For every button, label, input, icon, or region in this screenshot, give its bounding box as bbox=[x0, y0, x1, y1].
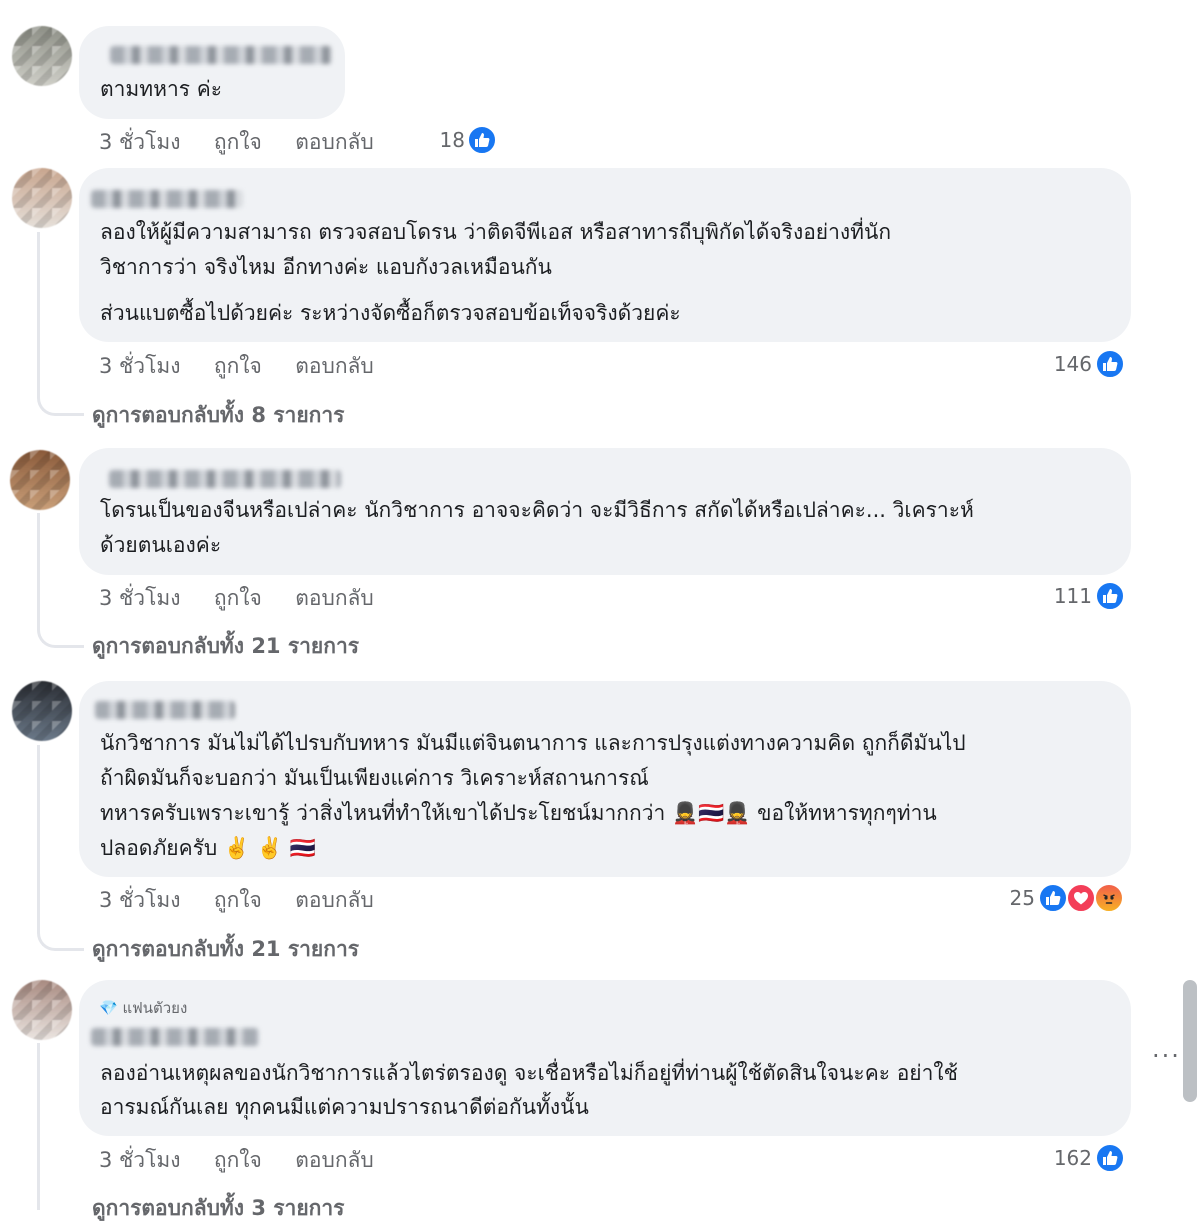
view-replies-link[interactable]: ดูการตอบกลับทั้ง 21 รายการ bbox=[92, 630, 359, 663]
comment-bubble: ตามทหาร ค่ะ bbox=[79, 26, 345, 119]
comment-text: อารมณ์กันเลย ทุกคนมีแต่ความปรารถนาดีต่อก… bbox=[100, 1095, 589, 1119]
commenter-name[interactable] bbox=[91, 190, 243, 208]
like-button[interactable]: ถูกใจ bbox=[214, 130, 262, 154]
top-fan-badge: 💎 แฟนตัวยง bbox=[99, 996, 187, 1020]
timestamp[interactable]: 3 ชั่วโมง bbox=[99, 130, 180, 154]
reply-button[interactable]: ตอบกลับ bbox=[295, 1148, 374, 1172]
thread-line bbox=[37, 1043, 84, 1210]
like-icon[interactable] bbox=[467, 125, 497, 155]
view-replies-link[interactable]: ดูการตอบกลับทั้ง 21 รายการ bbox=[92, 933, 359, 966]
timestamp[interactable]: 3 ชั่วโมง bbox=[99, 354, 180, 378]
reaction-count[interactable]: 162 bbox=[1040, 1146, 1092, 1170]
comment-meta: 3 ชั่วโมง ถูกใจ ตอบกลับ bbox=[99, 350, 374, 383]
view-replies-link[interactable]: ดูการตอบกลับทั้ง 8 รายการ bbox=[92, 399, 344, 432]
reply-button[interactable]: ตอบกลับ bbox=[295, 888, 374, 912]
like-button[interactable]: ถูกใจ bbox=[214, 1148, 262, 1172]
avatar[interactable] bbox=[12, 26, 72, 86]
comment-text: ลองให้ผู้มีความสามารถ ตรวจสอบโดรน ว่าติด… bbox=[100, 220, 892, 244]
reaction-count[interactable]: 111 bbox=[1040, 584, 1092, 608]
comment-text: วิชาการว่า จริงไหม อีกทางค่ะ แอบกังวลเหม… bbox=[100, 255, 552, 279]
like-button[interactable]: ถูกใจ bbox=[214, 354, 262, 378]
comment-text: ด้วยตนเองค่ะ bbox=[100, 533, 222, 557]
comment-meta: 3 ชั่วโมง ถูกใจ ตอบกลับ bbox=[99, 582, 374, 615]
avatar[interactable] bbox=[10, 450, 70, 510]
comment-bubble: ลองให้ผู้มีความสามารถ ตรวจสอบโดรน ว่าติด… bbox=[79, 168, 1131, 342]
comment-meta: 3 ชั่วโมง ถูกใจ ตอบกลับ bbox=[99, 126, 374, 159]
reply-button[interactable]: ตอบกลับ bbox=[295, 130, 374, 154]
angry-icon[interactable] bbox=[1094, 883, 1124, 913]
like-icon[interactable] bbox=[1095, 581, 1125, 611]
comment-text: ทหารครับเพราะเขารู้ ว่าสิ่งไหนที่ทำให้เข… bbox=[100, 801, 937, 825]
love-icon[interactable] bbox=[1066, 883, 1096, 913]
comment-text: ถ้าผิดมันก็จะบอกว่า มันเป็นเพียงแค่การ ว… bbox=[100, 766, 649, 790]
comment-text: ลองอ่านเหตุผลของนักวิชาการแล้วไตร่ตรองดู… bbox=[100, 1061, 958, 1085]
reply-button[interactable]: ตอบกลับ bbox=[295, 586, 374, 610]
badge-label: แฟนตัวยง bbox=[122, 999, 188, 1017]
timestamp[interactable]: 3 ชั่วโมง bbox=[99, 586, 180, 610]
thread-line bbox=[37, 513, 84, 648]
comment-text: ส่วนแบตซื้อไปด้วยค่ะ ระหว่างจัดซื้อก็ตรว… bbox=[100, 301, 681, 325]
reaction-count[interactable]: 25 bbox=[995, 886, 1035, 910]
avatar[interactable] bbox=[12, 681, 72, 741]
like-icon[interactable] bbox=[1095, 1143, 1125, 1173]
commenter-name[interactable] bbox=[91, 1028, 259, 1046]
comment-meta: 3 ชั่วโมง ถูกใจ ตอบกลับ bbox=[99, 1144, 374, 1177]
like-button[interactable]: ถูกใจ bbox=[214, 586, 262, 610]
commenter-name[interactable] bbox=[110, 46, 332, 64]
comment-text: ปลอดภัยครับ ✌️ ✌️ 🇹🇭 bbox=[100, 836, 316, 860]
comment-bubble: โดรนเป็นของจีนหรือเปล่าคะ นักวิชาการ อาจ… bbox=[79, 448, 1131, 575]
reaction-count[interactable]: 18 bbox=[425, 128, 465, 152]
comment-text: นักวิชาการ มันไม่ได้ไปรบกับทหาร มันมีแต่… bbox=[100, 731, 966, 755]
reaction-count[interactable]: 146 bbox=[1040, 352, 1092, 376]
comment-bubble: 💎 แฟนตัวยง ลองอ่านเหตุผลของนักวิชาการแล้… bbox=[79, 980, 1131, 1136]
comment-text: ตามทหาร ค่ะ bbox=[100, 77, 223, 101]
timestamp[interactable]: 3 ชั่วโมง bbox=[99, 888, 180, 912]
avatar[interactable] bbox=[12, 168, 72, 228]
commenter-name[interactable] bbox=[95, 701, 235, 719]
thread-line bbox=[37, 745, 84, 951]
view-replies-link[interactable]: ดูการตอบกลับทั้ง 3 รายการ bbox=[92, 1192, 344, 1225]
comment-bubble: นักวิชาการ มันไม่ได้ไปรบกับทหาร มันมีแต่… bbox=[79, 681, 1131, 877]
diamond-icon: 💎 bbox=[99, 999, 118, 1017]
scrollbar-thumb[interactable] bbox=[1183, 980, 1197, 1102]
like-icon[interactable] bbox=[1038, 883, 1068, 913]
reply-button[interactable]: ตอบกลับ bbox=[295, 354, 374, 378]
avatar[interactable] bbox=[12, 980, 72, 1040]
comment-meta: 3 ชั่วโมง ถูกใจ ตอบกลับ bbox=[99, 884, 374, 917]
more-options-icon[interactable]: ··· bbox=[1152, 1042, 1181, 1070]
thread-line bbox=[37, 232, 84, 416]
commenter-name[interactable] bbox=[109, 470, 341, 488]
timestamp[interactable]: 3 ชั่วโมง bbox=[99, 1148, 180, 1172]
like-icon[interactable] bbox=[1095, 349, 1125, 379]
like-button[interactable]: ถูกใจ bbox=[214, 888, 262, 912]
comment-text: โดรนเป็นของจีนหรือเปล่าคะ นักวิชาการ อาจ… bbox=[100, 498, 974, 522]
